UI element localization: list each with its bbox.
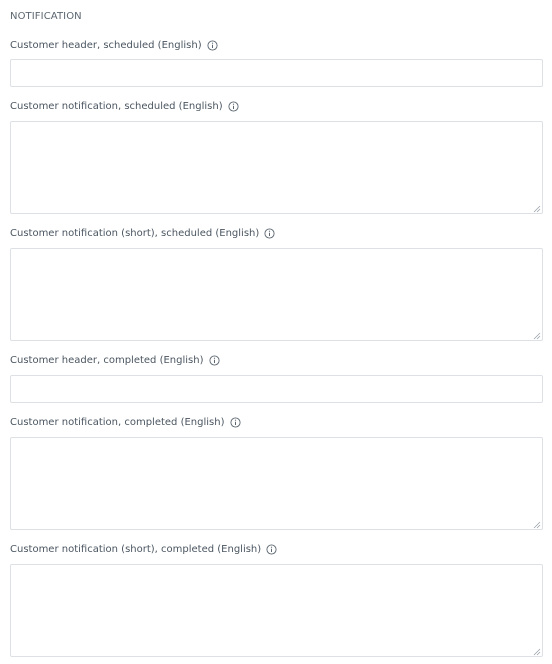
info-icon[interactable] [229, 417, 241, 428]
field-label-notification-completed: Customer notification, completed (Englis… [10, 416, 241, 429]
info-icon[interactable] [208, 355, 220, 366]
info-icon[interactable] [266, 544, 277, 555]
field-label-text: Customer notification (short), completed… [10, 544, 262, 555]
field-label-text: Customer notification, scheduled (Englis… [10, 101, 223, 112]
field-label-notification-short-completed: Customer notification (short), completed… [10, 543, 277, 556]
field-label-text: Customer header, completed (English) [10, 355, 204, 366]
resize-handle-icon[interactable] [533, 205, 541, 213]
customer-notification-short-scheduled-textarea[interactable] [10, 248, 543, 341]
field-label-text: Customer notification, completed (Englis… [10, 417, 225, 428]
customer-header-completed-input[interactable] [10, 375, 543, 403]
resize-handle-icon[interactable] [533, 521, 541, 529]
customer-notification-short-completed-textarea[interactable] [10, 564, 543, 657]
field-label-notification-short-scheduled: Customer notification (short), scheduled… [10, 227, 275, 240]
field-label-text: Customer header, scheduled (English) [10, 40, 202, 51]
customer-header-scheduled-input[interactable] [10, 59, 543, 87]
info-icon[interactable] [228, 101, 239, 112]
customer-notification-scheduled-textarea[interactable] [10, 121, 543, 214]
customer-notification-completed-textarea[interactable] [10, 437, 543, 530]
resize-handle-icon[interactable] [533, 332, 541, 340]
section-title: NOTIFICATION [10, 11, 82, 22]
field-label-notification-scheduled: Customer notification, scheduled (Englis… [10, 100, 239, 113]
info-icon[interactable] [207, 40, 218, 51]
field-label-header-scheduled: Customer header, scheduled (English) [10, 39, 218, 52]
info-icon[interactable] [264, 228, 275, 239]
field-label-header-completed: Customer header, completed (English) [10, 354, 220, 367]
resize-handle-icon[interactable] [533, 648, 541, 656]
field-label-text: Customer notification (short), scheduled… [10, 228, 260, 239]
